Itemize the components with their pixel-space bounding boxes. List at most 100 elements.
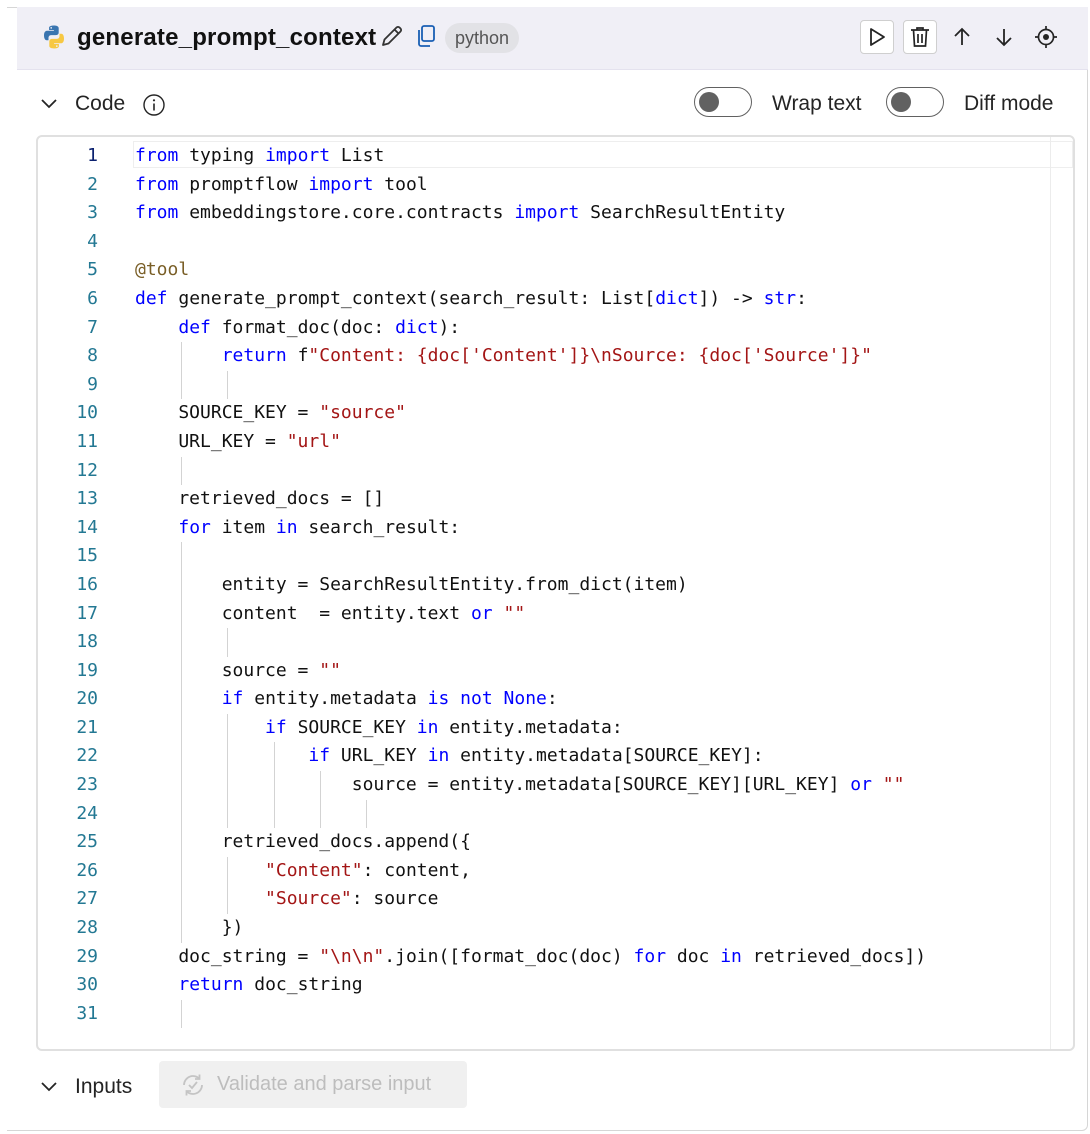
code-line[interactable]: 25 retrieved_docs.append({: [38, 828, 1058, 857]
line-number: 31: [76, 1002, 98, 1024]
code-line[interactable]: 17 content = entity.text or "": [38, 599, 1058, 629]
node-header: generate_prompt_context python: [17, 7, 1088, 70]
code-text: URL_KEY = "url": [135, 430, 341, 452]
line-number: 4: [87, 230, 98, 252]
code-line[interactable]: 12: [38, 456, 1058, 486]
line-number: 8: [87, 345, 98, 367]
code-line[interactable]: 16 entity = SearchResultEntity.from_dict…: [38, 570, 1058, 600]
code-text: if SOURCE_KEY in entity.metadata:: [265, 716, 623, 738]
line-number: 14: [76, 516, 98, 538]
locate-button[interactable]: [1029, 20, 1063, 54]
line-number: 12: [76, 459, 98, 481]
line-number: 6: [87, 287, 98, 309]
code-line[interactable]: 1 from typing import List: [38, 142, 1058, 171]
code-text: from typing import List: [135, 145, 385, 166]
line-number: 15: [76, 545, 98, 567]
info-icon[interactable]: [142, 93, 166, 117]
code-line[interactable]: 23 source = entity.metadata[SOURCE_KEY][…: [38, 771, 1058, 800]
code-line[interactable]: 9: [38, 370, 1058, 400]
code-editor[interactable]: 1 from typing import List 2 from promptflow…: [36, 135, 1075, 1051]
code-line[interactable]: 14 for item in search_result:: [38, 514, 1058, 543]
line-number: 18: [76, 631, 98, 653]
move-up-icon: [954, 27, 970, 45]
line-number: 21: [76, 716, 98, 738]
indent-guide: [227, 370, 229, 400]
code-text: from promptflow import tool: [135, 173, 428, 195]
validate-icon: [183, 1074, 203, 1096]
code-line[interactable]: 18: [38, 628, 1058, 657]
code-line[interactable]: 31: [38, 999, 1058, 1029]
code-line[interactable]: 20 if entity.metadata is not None:: [38, 685, 1058, 714]
code-line[interactable]: 29 doc_string = "\n\n".join([format_doc(…: [38, 943, 1058, 972]
code-line[interactable]: 13 retrieved_docs = []: [38, 485, 1058, 514]
code-line[interactable]: 8 return f"Content: {doc['Content']}\nSo…: [38, 342, 1058, 371]
line-number: 17: [76, 602, 98, 624]
line-number: 2: [87, 173, 98, 195]
move-up-button[interactable]: [945, 20, 979, 54]
code-line[interactable]: 2 from promptflow import tool: [38, 171, 1058, 200]
code-line[interactable]: 28 }): [38, 914, 1058, 943]
indent-guide: [181, 999, 183, 1029]
code-line[interactable]: 4: [38, 228, 1058, 257]
code-text: }): [135, 917, 244, 939]
line-number: 9: [87, 373, 98, 395]
validate-and-parse-input-button[interactable]: Validate and parse input: [159, 1061, 467, 1108]
code-lines: 1 from typing import List 2 from promptflow…: [38, 142, 1058, 1029]
run-icon: [870, 28, 885, 46]
code-text: SOURCE_KEY = "source": [135, 402, 406, 424]
code-text: doc_string = "\n\n".join([format_doc(doc…: [135, 945, 927, 967]
code-line[interactable]: 5 @tool: [38, 256, 1058, 285]
copy-icon[interactable]: [411, 21, 441, 51]
code-line[interactable]: 6 def generate_prompt_context(search_resu…: [38, 285, 1058, 314]
line-number: 30: [76, 974, 98, 996]
code-text: source = "": [135, 659, 341, 681]
code-line[interactable]: 15: [38, 542, 1058, 571]
code-line[interactable]: 19 source = "": [38, 656, 1058, 686]
chevron-down-icon[interactable]: [39, 1077, 59, 1097]
language-badge: python: [445, 23, 520, 53]
code-line[interactable]: 3 from embeddingstore.core.contracts impo…: [38, 199, 1058, 228]
code-line[interactable]: 21 if SOURCE_KEY in entity.metadata:: [38, 713, 1058, 743]
code-text: source = entity.metadata[SOURCE_KEY][URL…: [135, 774, 905, 796]
code-line[interactable]: 22 if URL_KEY in entity.metadata[SOURCE_…: [38, 742, 1058, 772]
code-text: return f"Content: {doc['Content']}\nSour…: [221, 345, 872, 367]
code-line[interactable]: 30 return doc_string: [38, 971, 1058, 1000]
line-number: 16: [76, 573, 98, 595]
code-section-header: Code Wrap text Diff mode: [17, 84, 1077, 124]
line-number: 20: [76, 688, 98, 710]
edit-icon[interactable]: [377, 21, 407, 51]
line-number: 10: [76, 402, 98, 424]
code-line[interactable]: 7 def format_doc(doc: dict):: [38, 314, 1058, 343]
inputs-section-label[interactable]: Inputs: [75, 1075, 132, 1099]
code-text: retrieved_docs = []: [135, 488, 385, 510]
code-section-label[interactable]: Code: [75, 92, 125, 116]
code-line[interactable]: 24: [38, 799, 1058, 829]
code-line[interactable]: 11 URL_KEY = "url": [38, 428, 1058, 457]
indent-guide: [181, 542, 183, 571]
code-text: def generate_prompt_context(search_resul…: [135, 287, 807, 309]
code-line[interactable]: 10 SOURCE_KEY = "source": [38, 399, 1058, 428]
wrap-text-toggle[interactable]: [694, 87, 752, 117]
code-text: entity = SearchResultEntity.from_dict(it…: [135, 573, 688, 595]
python-icon: [44, 25, 64, 49]
chevron-down-icon[interactable]: [39, 94, 59, 114]
code-line[interactable]: 27 "Source": source: [38, 885, 1058, 915]
line-number: 25: [76, 831, 98, 853]
line-number: 27: [76, 888, 98, 910]
delete-button[interactable]: [903, 20, 937, 54]
code-text: for item in search_result:: [178, 516, 461, 538]
delete-icon: [911, 27, 929, 47]
line-number: 19: [76, 659, 98, 681]
code-text: return doc_string: [178, 974, 363, 996]
code-line[interactable]: 26 "Content": content,: [38, 856, 1058, 886]
line-number: 28: [76, 917, 98, 939]
wrap-text-label: Wrap text: [772, 92, 862, 115]
locate-icon: [1035, 26, 1057, 48]
run-button[interactable]: [860, 20, 894, 54]
line-number: 11: [76, 430, 98, 452]
indent-guide: [227, 628, 229, 657]
diff-mode-toggle[interactable]: [886, 87, 944, 117]
move-down-button[interactable]: [987, 20, 1021, 54]
indent-guide: [227, 799, 229, 829]
line-number: 3: [87, 202, 98, 224]
